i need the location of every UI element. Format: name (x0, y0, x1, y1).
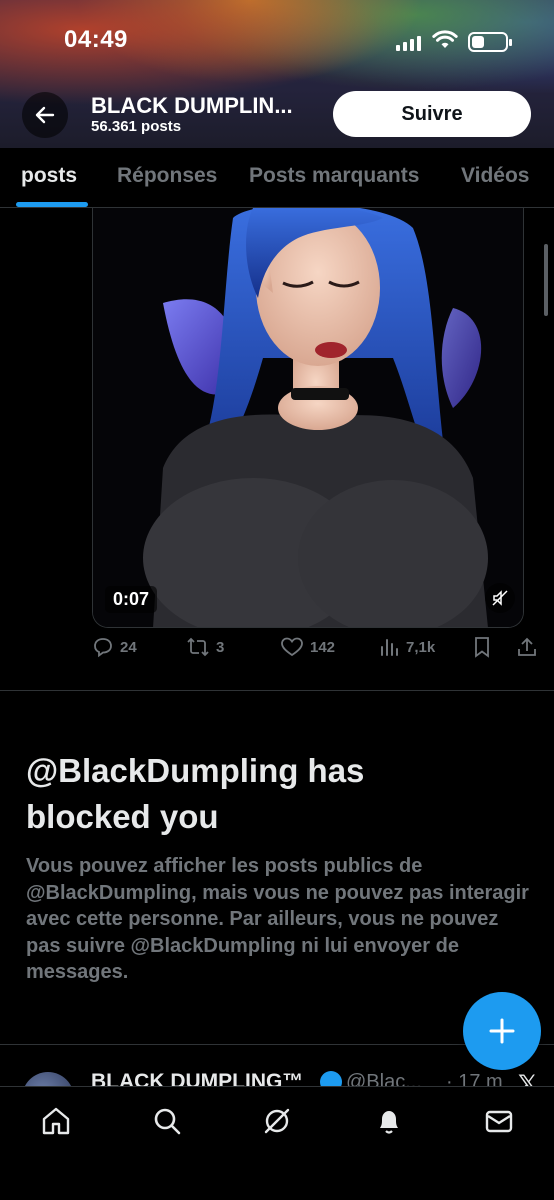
mail-icon (485, 1110, 513, 1133)
post-actions: 24 3 142 7,1k (92, 636, 542, 666)
repost-count: 3 (216, 638, 225, 656)
blocked-title: @BlackDumpling has blocked you (26, 752, 365, 835)
search-icon (154, 1108, 181, 1135)
nav-notifications[interactable] (369, 1101, 409, 1141)
share-icon (518, 637, 536, 656)
bookmark-icon (475, 637, 489, 658)
nav-home[interactable] (36, 1101, 76, 1141)
scrollbar[interactable] (544, 244, 548, 316)
reply-count: 24 (120, 638, 137, 656)
wifi-icon (432, 30, 458, 55)
reply-button[interactable]: 24 (92, 636, 137, 658)
nav-messages[interactable] (479, 1101, 519, 1141)
like-count: 142 (310, 638, 336, 656)
status-time: 04:49 (64, 26, 128, 53)
video-duration: 0:07 (105, 586, 158, 613)
views-icon (381, 639, 398, 656)
like-button[interactable]: 142 (280, 636, 335, 658)
repost-button[interactable]: 3 (186, 636, 224, 658)
back-button[interactable] (22, 92, 68, 138)
nav-search[interactable] (147, 1101, 187, 1141)
reply-icon (94, 638, 112, 658)
follow-button[interactable]: Suivre (333, 91, 531, 137)
blocked-description: Vous pouvez afficher les posts publics d… (26, 855, 529, 983)
view-count: 7,1k (406, 638, 436, 656)
active-tab-indicator (16, 202, 88, 207)
profile-tabs: posts Réponses Posts marquants Vidéos (0, 148, 554, 208)
grok-icon (264, 1108, 290, 1134)
compose-button[interactable] (463, 992, 541, 1070)
mute-button[interactable] (485, 583, 515, 613)
repost-icon (187, 637, 209, 657)
tab-videos[interactable]: Vidéos (461, 164, 529, 188)
home-icon (42, 1107, 70, 1135)
views-button[interactable]: 7,1k (378, 636, 435, 658)
tab-highlights[interactable]: Posts marquants (249, 164, 419, 188)
profile-name: BLACK DUMPLIN... (91, 93, 293, 118)
mute-icon (492, 590, 508, 606)
tab-replies[interactable]: Réponses (117, 164, 217, 188)
like-icon (281, 637, 303, 657)
back-arrow-icon (35, 106, 55, 124)
cellular-signal-icon (396, 36, 421, 51)
post-count: 56.361 posts (91, 118, 182, 135)
nav-grok[interactable] (257, 1101, 297, 1141)
share-button[interactable] (516, 636, 538, 658)
bottom-navigation (0, 1086, 554, 1200)
bookmark-button[interactable] (472, 636, 492, 658)
plus-icon (489, 1018, 515, 1044)
video-thumbnail (93, 208, 523, 627)
bell-icon (380, 1111, 398, 1134)
status-bar: 04:49 (0, 0, 554, 80)
tab-posts[interactable]: posts (21, 164, 77, 188)
battery-icon (468, 32, 512, 52)
divider (0, 690, 554, 691)
post-video[interactable]: 0:07 (92, 208, 524, 628)
